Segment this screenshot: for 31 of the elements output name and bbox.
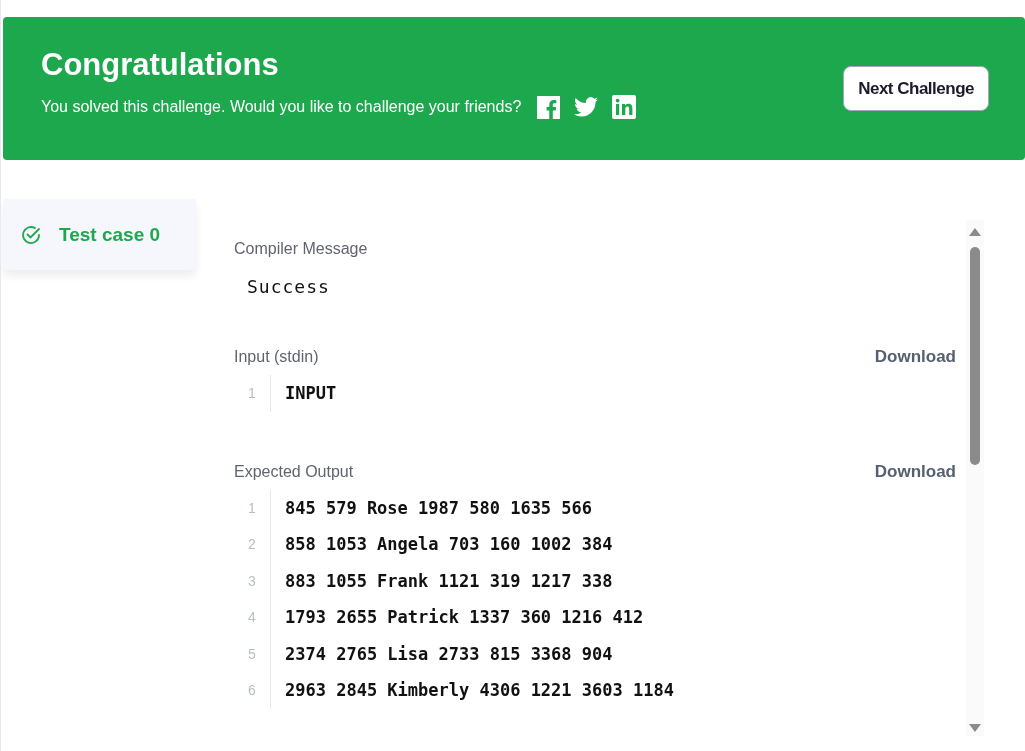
code-line: 1793 2655 Patrick 1337 360 1216 412 bbox=[284, 607, 644, 628]
code-line: 2374 2765 Lisa 2733 815 3368 904 bbox=[284, 643, 613, 664]
scroll-up-icon[interactable] bbox=[969, 228, 981, 236]
line-number: 6 bbox=[234, 672, 271, 709]
code-line: INPUT bbox=[284, 383, 337, 404]
banner-message: You solved this challenge. Would you like to challenge your friends? bbox=[41, 98, 522, 116]
bird-icon[interactable] bbox=[574, 97, 599, 117]
code-line: 2963 2845 Kimberly 4306 1221 3603 1184 bbox=[284, 680, 674, 701]
test-case-label: Test case 0 bbox=[59, 223, 161, 246]
code-line: 883 1055 Frank 1121 319 1217 338 bbox=[284, 570, 613, 591]
code-line: 858 1053 Angela 703 160 1002 384 bbox=[284, 534, 613, 555]
section-label: Compiler Message bbox=[234, 240, 368, 258]
next-challenge-button[interactable]: Next Challenge bbox=[843, 66, 989, 111]
section-label: Input (stdin) bbox=[234, 348, 319, 366]
scroll-down-icon[interactable] bbox=[969, 724, 981, 732]
facebook-icon[interactable] bbox=[537, 95, 561, 119]
scrollbar[interactable] bbox=[966, 220, 984, 736]
scroll-thumb[interactable] bbox=[970, 247, 980, 465]
line-number: 4 bbox=[234, 599, 271, 636]
section-label: Expected Output bbox=[234, 462, 354, 481]
line-number: 5 bbox=[234, 635, 271, 672]
line-number: 1 bbox=[234, 489, 271, 526]
line-number: 2 bbox=[234, 526, 271, 563]
line-number: 1 bbox=[234, 375, 271, 412]
line-number: 3 bbox=[234, 562, 271, 599]
linkedin-icon[interactable] bbox=[612, 95, 637, 119]
download-link[interactable]: Download bbox=[874, 347, 956, 367]
download-link[interactable]: Download bbox=[874, 461, 956, 482]
banner-title: Congratulations bbox=[41, 47, 280, 83]
compiler-message: Success bbox=[246, 275, 331, 297]
code-line: 845 579 Rose 1987 580 1635 566 bbox=[284, 497, 593, 518]
